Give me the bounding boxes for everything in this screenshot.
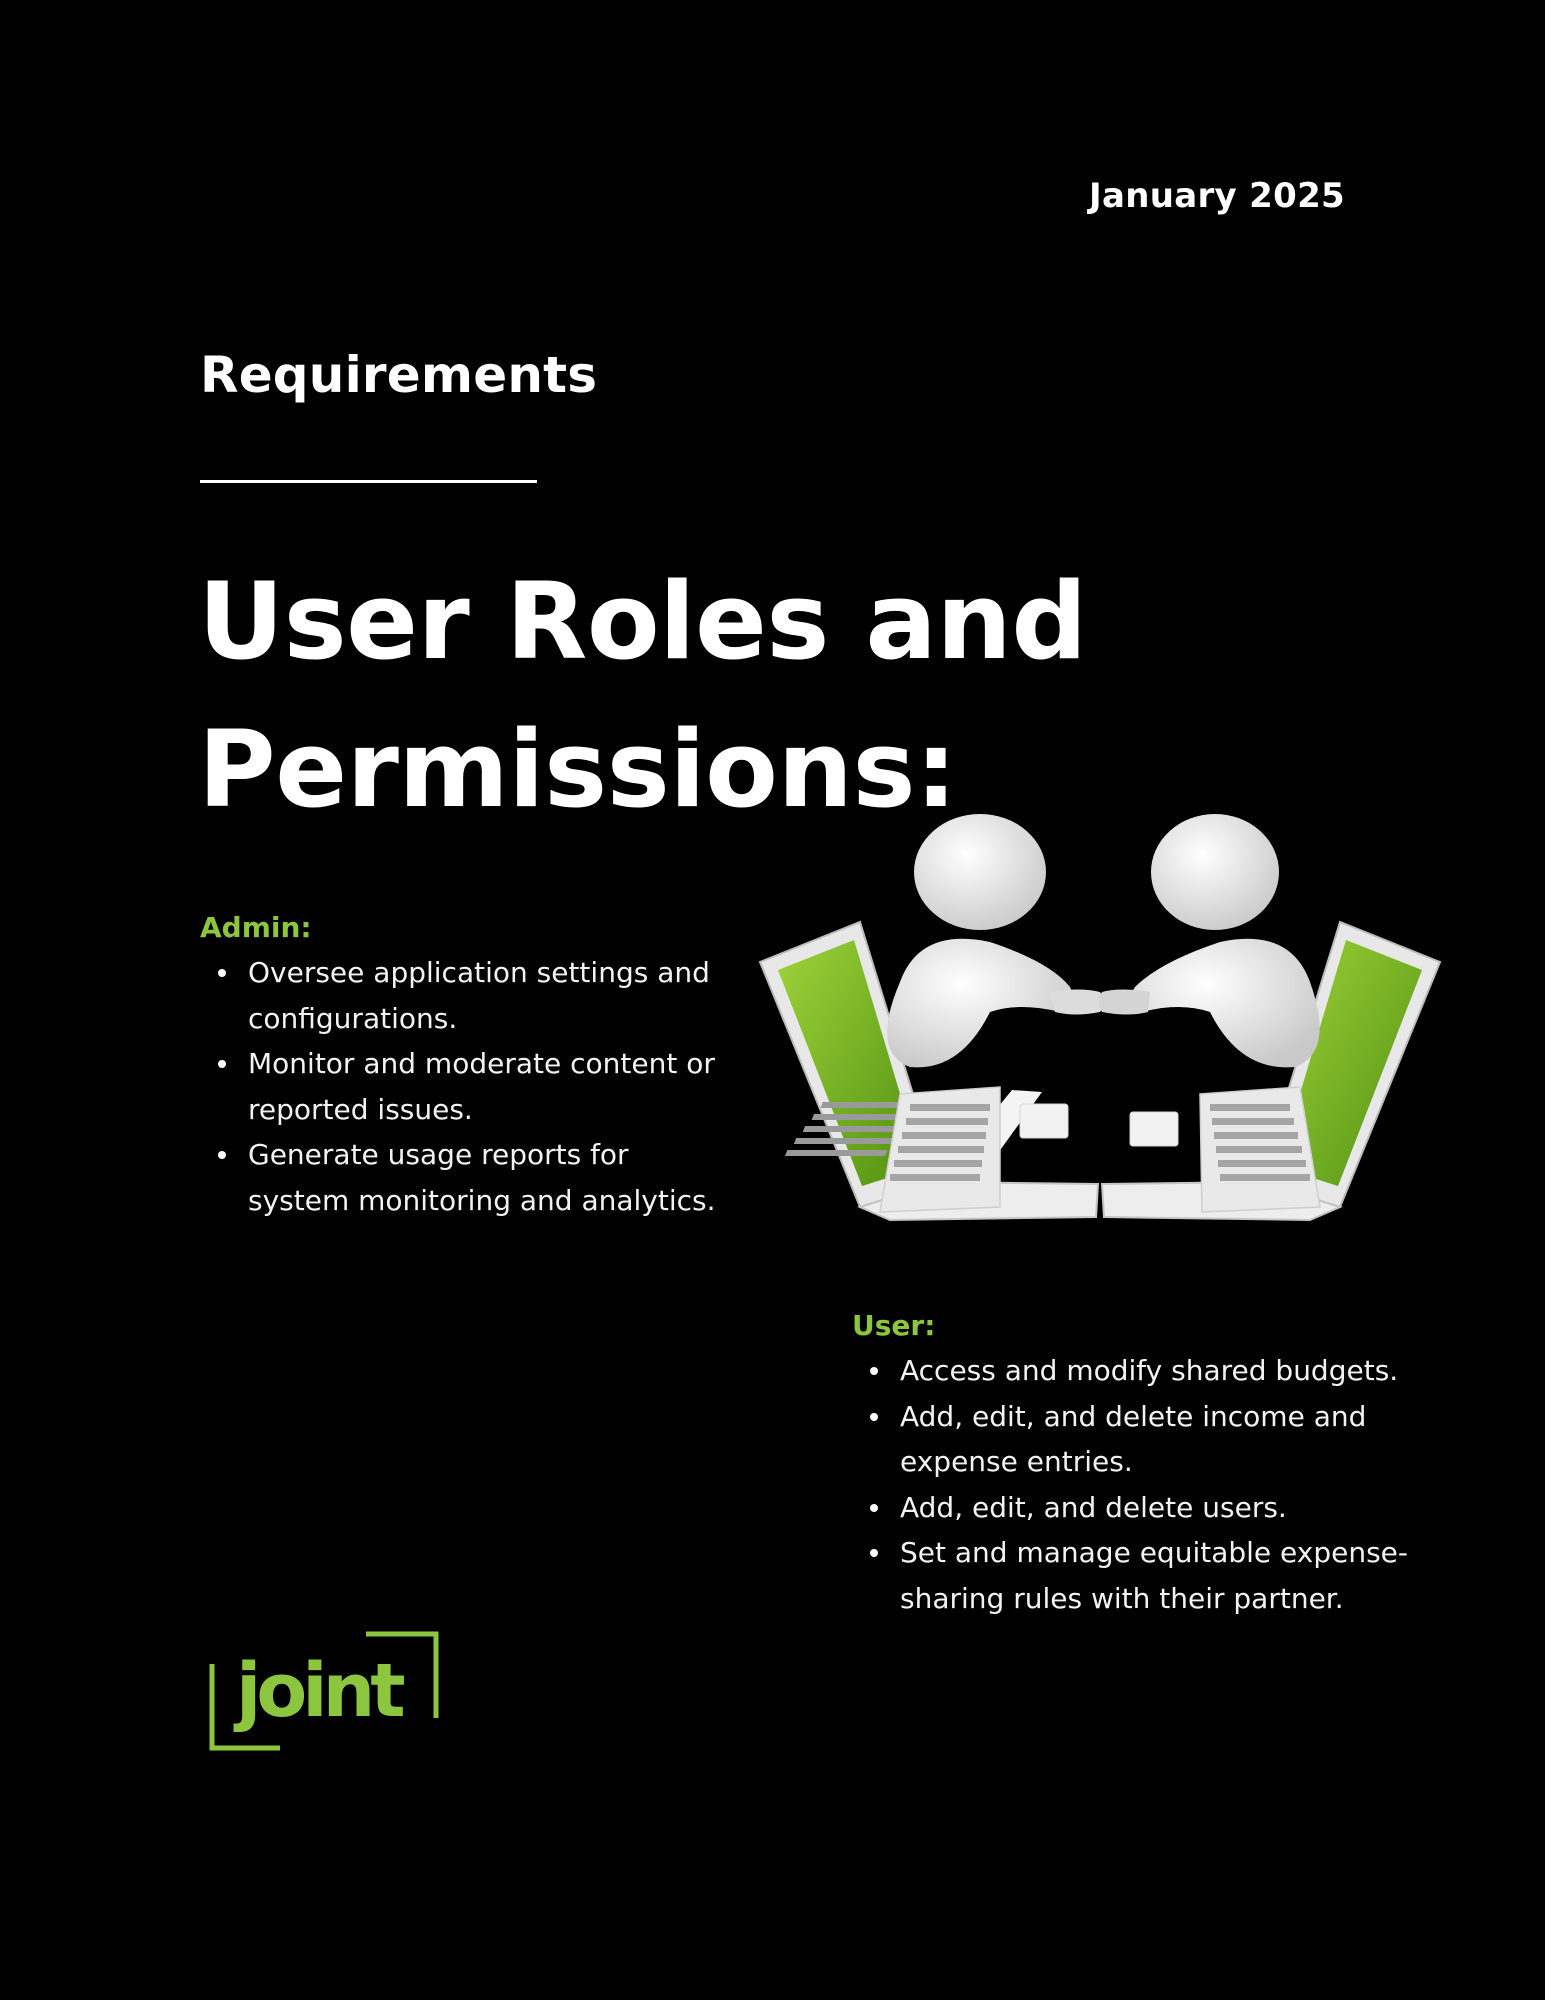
- user-heading: User:: [852, 1309, 936, 1342]
- divider-rule: [200, 480, 537, 483]
- admin-permissions-list: Oversee application settings and configu…: [200, 950, 720, 1223]
- date-label: January 2025: [1089, 176, 1345, 216]
- page-title: User Roles and Permissions:: [198, 548, 1098, 844]
- section-label: Requirements: [200, 346, 598, 404]
- admin-role-block: Admin: Oversee application settings and …: [200, 906, 720, 1223]
- joint-logo: joint: [209, 1631, 439, 1751]
- list-item: Set and manage equitable expense-sharing…: [852, 1530, 1412, 1621]
- admin-heading: Admin:: [200, 911, 312, 944]
- list-item: Access and modify shared budgets.: [852, 1348, 1412, 1394]
- user-role-block: User: Access and modify shared budgets. …: [852, 1304, 1412, 1621]
- user-permissions-list: Access and modify shared budgets. Add, e…: [852, 1348, 1412, 1621]
- handshake-laptops-illustration: [758, 814, 1442, 1222]
- list-item: Oversee application settings and configu…: [200, 950, 720, 1041]
- list-item: Generate usage reports for system monito…: [200, 1132, 720, 1223]
- list-item: Monitor and moderate content or reported…: [200, 1041, 720, 1132]
- list-item: Add, edit, and delete income and expense…: [852, 1394, 1412, 1485]
- page-title-line-1: User Roles and: [198, 560, 1087, 683]
- logo-text: joint: [233, 1648, 404, 1734]
- list-item: Add, edit, and delete users.: [852, 1485, 1412, 1531]
